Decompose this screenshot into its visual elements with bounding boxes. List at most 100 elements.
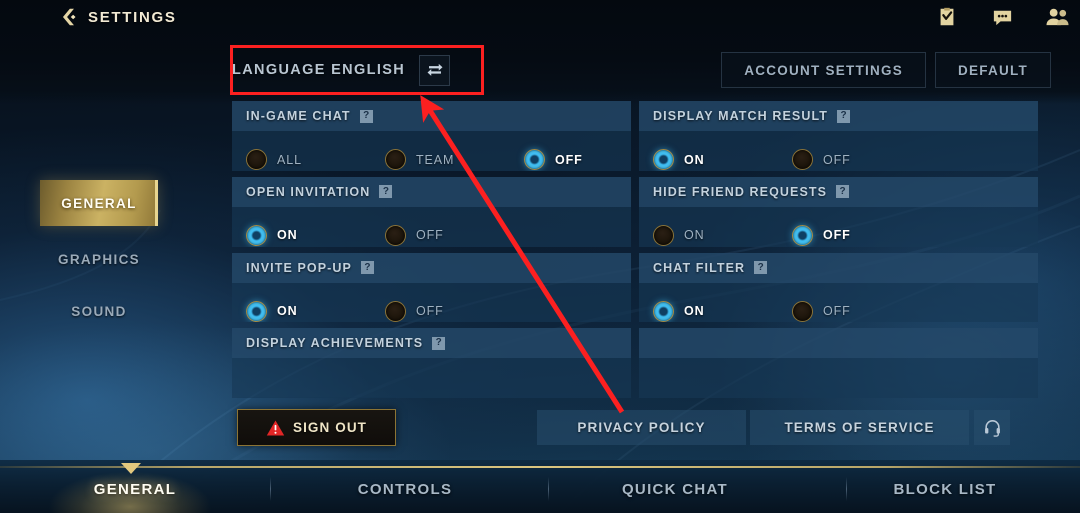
setting-header: OPEN INVITATION? [232, 176, 631, 207]
radio-button[interactable] [792, 300, 813, 322]
help-icon[interactable]: ? [360, 261, 374, 274]
terms-of-service-button[interactable]: TERMS OF SERVICE [750, 410, 969, 445]
setting-header: HIDE FRIEND REQUESTS? [639, 176, 1038, 207]
setting-header: INVITE POP-UP? [232, 252, 631, 283]
radio-button[interactable] [246, 149, 267, 170]
language-selector[interactable]: LANGUAGE ENGLISH [232, 50, 451, 90]
setting-options [232, 358, 631, 398]
option-hide-friend-requests-on[interactable]: ON [653, 224, 792, 246]
radio-button[interactable] [792, 224, 813, 246]
friends-icon[interactable] [1044, 4, 1070, 30]
setting-options: ON OFF [232, 283, 631, 323]
option-open-invitation-off[interactable]: OFF [385, 224, 524, 246]
chat-icon[interactable] [989, 4, 1015, 30]
option-label: TEAM [416, 152, 455, 167]
page-title: SETTINGS [88, 8, 177, 26]
option-in-game-chat-team[interactable]: TEAM [385, 149, 524, 170]
sidebar-item-general[interactable]: GENERAL [40, 180, 158, 226]
privacy-policy-button[interactable]: PRIVACY POLICY [537, 410, 746, 445]
bottom-nav-items: GENERAL CONTROLS QUICK CHAT BLOCK LIST [0, 460, 1080, 513]
option-label: OFF [823, 304, 851, 318]
option-open-invitation-on[interactable]: ON [246, 224, 385, 246]
radio-button[interactable] [385, 300, 406, 322]
radio-button[interactable] [385, 149, 406, 170]
setting-open-invitation: OPEN INVITATION? ON OFF [232, 176, 631, 247]
swap-arrows-icon[interactable] [419, 54, 451, 86]
option-chat-filter-on[interactable]: ON [653, 300, 792, 322]
help-icon[interactable]: ? [359, 109, 373, 123]
setting-label: DISPLAY ACHIEVEMENTS [246, 336, 424, 351]
setting-label: OPEN INVITATION [246, 184, 371, 199]
setting-hide-friend-requests: HIDE FRIEND REQUESTS? ON OFF [639, 176, 1038, 247]
radio-button[interactable] [653, 149, 674, 170]
setting-options: ALL TEAM OFF [232, 131, 631, 171]
setting-invite-pop-up: INVITE POP-UP? ON OFF [232, 252, 631, 323]
tab-quick-chat[interactable]: QUICK CHAT [540, 460, 810, 513]
option-invite-pop-up-off[interactable]: OFF [385, 300, 524, 322]
mission-clipboard-icon[interactable] [934, 4, 960, 30]
setting-label: CHAT FILTER [653, 260, 746, 275]
setting-options: ON OFF [232, 207, 631, 247]
header-left-group: SETTINGS [57, 6, 177, 28]
settings-screen: SETTINGS LANGUAGE ENGLISH ACCOUNT SETTIN… [0, 0, 1080, 513]
help-icon[interactable]: ? [379, 185, 393, 199]
setting-display-match-result: DISPLAY MATCH RESULT? ON OFF [639, 101, 1038, 171]
nav-separator [548, 477, 549, 501]
sign-out-button[interactable]: SIGN OUT [237, 409, 396, 446]
setting-header: CHAT FILTER? [639, 252, 1038, 283]
help-icon[interactable]: ? [432, 336, 446, 350]
tab-general[interactable]: GENERAL [0, 460, 270, 513]
option-chat-filter-off[interactable]: OFF [792, 300, 931, 322]
settings-panel: IN-GAME CHAT? ALL TEAM OFF OPEN INVITATION? O… [232, 101, 1038, 398]
setting-header [639, 328, 1038, 359]
option-label: OFF [823, 152, 851, 167]
settings-column-right: DISPLAY MATCH RESULT? ON OFF HIDE FRIEND RE… [639, 101, 1038, 398]
nav-separator [270, 477, 271, 501]
setting-options: ON OFF [639, 283, 1038, 323]
radio-button[interactable] [246, 224, 267, 246]
headset-icon[interactable] [974, 410, 1010, 445]
option-label: ON [684, 228, 705, 243]
sidebar: GENERAL GRAPHICS SOUND [0, 40, 158, 460]
setting-options: ON OFF [639, 131, 1038, 171]
radio-button[interactable] [653, 300, 674, 322]
radio-button[interactable] [792, 149, 813, 170]
setting-display-achievements: DISPLAY ACHIEVEMENTS? [232, 328, 631, 398]
setting-label: INVITE POP-UP [246, 260, 352, 275]
sidebar-item-graphics[interactable]: GRAPHICS [40, 236, 158, 282]
option-display-match-result-on[interactable]: ON [653, 149, 792, 170]
help-icon[interactable]: ? [836, 185, 850, 199]
option-in-game-chat-all[interactable]: ALL [246, 149, 385, 170]
tab-block-list[interactable]: BLOCK LIST [810, 460, 1080, 513]
option-label: ALL [277, 152, 302, 167]
option-label: OFF [416, 228, 444, 243]
help-icon[interactable]: ? [837, 109, 851, 123]
header-icon-group [934, 4, 1070, 30]
action-row: SIGN OUT PRIVACY POLICY TERMS OF SERVICE [232, 409, 1038, 446]
account-settings-button[interactable]: ACCOUNT SETTINGS [721, 52, 926, 88]
option-label: ON [684, 304, 705, 318]
option-hide-friend-requests-off[interactable]: OFF [792, 224, 931, 246]
tab-controls[interactable]: CONTROLS [270, 460, 540, 513]
radio-button[interactable] [524, 149, 545, 170]
setting-header: IN-GAME CHAT? [232, 101, 631, 131]
radio-button[interactable] [246, 300, 267, 322]
option-label: OFF [823, 228, 851, 243]
top-button-group: ACCOUNT SETTINGS DEFAULT [721, 52, 1051, 88]
help-icon[interactable]: ? [754, 261, 768, 274]
language-label: LANGUAGE ENGLISH [232, 62, 406, 78]
setting-options: ON OFF [639, 207, 1038, 247]
setting-label: DISPLAY MATCH RESULT [653, 109, 829, 123]
default-button[interactable]: DEFAULT [935, 52, 1051, 88]
back-chevron-icon[interactable] [57, 6, 79, 28]
sidebar-item-sound[interactable]: SOUND [40, 288, 158, 334]
radio-button[interactable] [385, 224, 406, 246]
option-label: ON [277, 228, 298, 243]
setting-options [639, 358, 1038, 398]
option-invite-pop-up-on[interactable]: ON [246, 300, 385, 322]
option-display-match-result-off[interactable]: OFF [792, 149, 931, 170]
option-in-game-chat-off[interactable]: OFF [524, 149, 631, 170]
setting-spacer [639, 328, 1038, 398]
radio-button[interactable] [653, 224, 674, 246]
setting-chat-filter: CHAT FILTER? ON OFF [639, 252, 1038, 323]
